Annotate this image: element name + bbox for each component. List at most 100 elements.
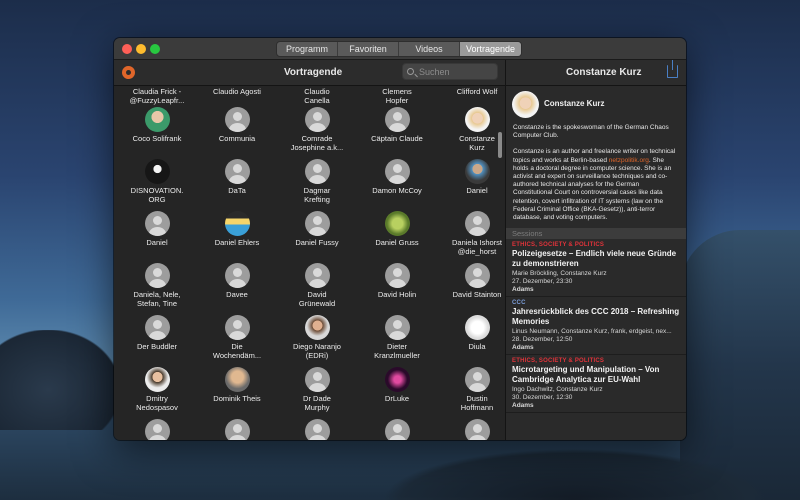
speaker-name-label: Claudio Agosti <box>213 87 261 96</box>
speaker-name-label: Comrade Josephine a.k... <box>290 134 344 152</box>
session-room: Adams <box>512 402 534 410</box>
netzpolitik-link[interactable]: netzpolitik.org <box>609 157 649 164</box>
speaker-name-label: Daniela Ishorst @die_horst <box>451 238 503 256</box>
speaker-cell[interactable]: Davee <box>198 263 276 315</box>
speaker-cell[interactable]: David Stainton <box>438 263 505 315</box>
speaker-cell[interactable]: Claudia Frick - @FuzzyLeapfr... <box>118 86 196 107</box>
speaker-name-label: Daniel Fussy <box>295 238 339 247</box>
tab-videos[interactable]: Videos <box>399 42 460 56</box>
speaker-name-label: Clifford Wolf <box>456 87 498 96</box>
speaker-cell[interactable]: Constanze Kurz <box>438 107 505 159</box>
gear-icon[interactable] <box>122 66 135 79</box>
person-placeholder-icon <box>304 419 330 440</box>
speaker-cell[interactable]: Claudio Agosti <box>198 86 276 107</box>
person-placeholder-icon <box>144 419 170 440</box>
person-placeholder-icon <box>464 211 490 236</box>
speaker-cell[interactable] <box>438 419 505 440</box>
speaker-name: Constanze Kurz <box>544 99 605 108</box>
speaker-name-label: Daniel <box>146 238 168 247</box>
speaker-cell[interactable]: Dmitry Nedospasov <box>118 367 196 419</box>
speaker-cell[interactable]: Coco Solifrank <box>118 107 196 159</box>
speaker-cell[interactable] <box>198 419 276 440</box>
speaker-cell[interactable]: David Holin <box>358 263 436 315</box>
scrollbar[interactable] <box>498 132 502 158</box>
speaker-cell[interactable]: Dieter Kranzlmueller <box>358 315 436 367</box>
speaker-cell[interactable]: DrLuke <box>358 367 436 419</box>
speaker-name-label: DrLuke <box>384 394 410 403</box>
speaker-cell[interactable]: Der Buddler <box>118 315 196 367</box>
person-placeholder-icon <box>464 263 490 288</box>
speaker-cell[interactable]: Damon McCoy <box>358 159 436 211</box>
speaker-cell[interactable]: Dagmar Krefting <box>278 159 356 211</box>
list-toolbar: Vortragende Suchen <box>114 60 506 85</box>
speaker-cell[interactable]: Daniela, Nele, Stefan, Tine <box>118 263 196 315</box>
tab-favoriten[interactable]: Favoriten <box>338 42 399 56</box>
session-item[interactable]: ETHICS, SOCIETY & POLITICS Polizeigesetze… <box>506 239 686 298</box>
speaker-name-label: Constanze Kurz <box>459 134 495 152</box>
speaker-cell[interactable]: Claudio Canella <box>278 86 356 107</box>
search-input[interactable]: Suchen <box>402 63 498 80</box>
speaker-cell[interactable]: Dr Dade Murphy <box>278 367 356 419</box>
speaker-cell[interactable] <box>118 419 196 440</box>
close-window-button[interactable] <box>122 44 132 54</box>
zoom-window-button[interactable] <box>150 44 160 54</box>
person-placeholder-icon <box>144 211 170 236</box>
person-placeholder-icon <box>384 419 410 440</box>
tab-programm[interactable]: Programm <box>277 42 338 56</box>
session-time: 28. Dezember, 12:50 <box>512 336 573 344</box>
speaker-cell[interactable]: Clifford Wolf <box>438 86 505 107</box>
minimize-window-button[interactable] <box>136 44 146 54</box>
speaker-cell[interactable]: Daniel <box>438 159 505 211</box>
speaker-cell[interactable]: Dustin Hoffmann <box>438 367 505 419</box>
speaker-name-label: Claudia Frick - @FuzzyLeapfr... <box>129 87 185 105</box>
speaker-name-label: Diego Naranjo (EDRi) <box>293 342 341 360</box>
session-title: Polizeigesetze – Endlich viele neue Grün… <box>512 249 677 268</box>
list-title: Vortragende <box>284 67 343 78</box>
speaker-name-label: Dieter Kranzlmueller <box>374 342 420 360</box>
speaker-bio: Constanze is the spokeswoman of the Germ… <box>506 124 686 222</box>
speaker-cell[interactable] <box>358 419 436 440</box>
share-icon[interactable] <box>667 60 678 78</box>
speaker-name-label: Diula <box>468 342 486 351</box>
speaker-cell[interactable]: Clemens Hopfer <box>358 86 436 107</box>
speaker-photo <box>144 159 170 184</box>
tab-vortragende[interactable]: Vortragende <box>460 42 521 56</box>
person-placeholder-icon <box>464 367 490 392</box>
speaker-cell[interactable]: David Grünewald <box>278 263 356 315</box>
speaker-cell[interactable]: Daniela Ishorst @die_horst <box>438 211 505 263</box>
speaker-avatar <box>512 91 539 118</box>
wallpaper-rocks <box>350 440 800 500</box>
session-speakers: Ingo Dachwitz, Constanze Kurz <box>512 386 603 394</box>
person-placeholder-icon <box>144 315 170 340</box>
speaker-cell[interactable] <box>278 419 356 440</box>
speaker-cell[interactable]: Daniel <box>118 211 196 263</box>
speaker-cell[interactable]: Communia <box>198 107 276 159</box>
bio-paragraph-2: Constanze is an author and freelance wri… <box>513 148 679 222</box>
speaker-name-label: Dagmar Krefting <box>303 186 331 204</box>
person-placeholder-icon <box>384 159 410 184</box>
speaker-name-label: Dustin Hoffmann <box>460 394 494 412</box>
speaker-cell[interactable]: Daniel Ehlers <box>198 211 276 263</box>
speaker-name-label: Clemens Hopfer <box>382 87 412 105</box>
speaker-name-label: Dr Dade Murphy <box>303 394 331 412</box>
speaker-cell[interactable]: Comrade Josephine a.k... <box>278 107 356 159</box>
speaker-name-label: David Holin <box>377 290 417 299</box>
detail-toolbar: Constanze Kurz <box>506 60 686 85</box>
session-item[interactable]: CCC Jahresrückblick des CCC 2018 – Refres… <box>506 297 686 356</box>
speaker-cell[interactable]: Cäptain Claude <box>358 107 436 159</box>
search-placeholder: Suchen <box>419 67 450 77</box>
speaker-cell[interactable]: Daniel Fussy <box>278 211 356 263</box>
speaker-cell[interactable]: Diula <box>438 315 505 367</box>
speaker-cell[interactable]: DaTa <box>198 159 276 211</box>
session-item[interactable]: ETHICS, SOCIETY & POLITICS Microtargeting… <box>506 355 686 414</box>
speaker-cell[interactable]: Die Wochendäm... <box>198 315 276 367</box>
session-title: Jahresrückblick des CCC 2018 – Refreshin… <box>512 307 680 326</box>
toolbar: Vortragende Suchen Constanze Kurz <box>114 60 686 86</box>
speaker-cell[interactable]: DISNOVATION. ORG <box>118 159 196 211</box>
speaker-photo <box>464 315 490 340</box>
speaker-cell[interactable]: Diego Naranjo (EDRi) <box>278 315 356 367</box>
person-placeholder-icon <box>224 263 250 288</box>
session-time: 30. Dezember, 12:30 <box>512 394 573 402</box>
speaker-cell[interactable]: Dominik Theis <box>198 367 276 419</box>
speaker-cell[interactable]: Daniel Gruss <box>358 211 436 263</box>
